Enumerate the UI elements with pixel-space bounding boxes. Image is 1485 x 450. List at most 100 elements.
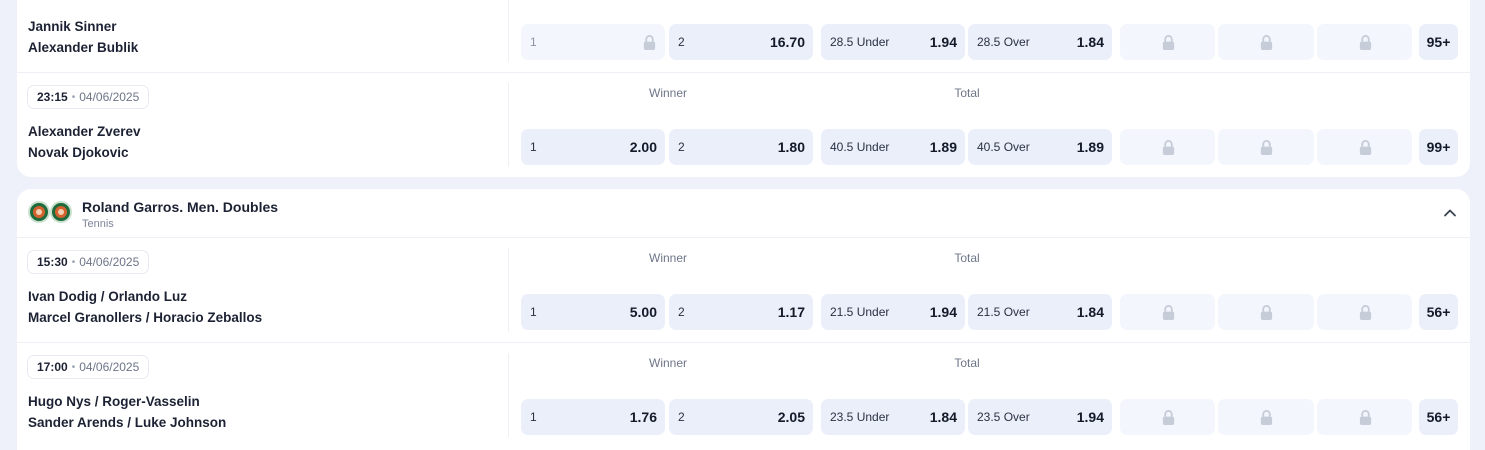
match-row[interactable]: Jannik Sinner Alexander Bublik 1 2 16.70…	[17, 0, 1470, 72]
lock-icon	[1161, 304, 1176, 321]
odd-label: 28.5 Under	[830, 35, 890, 49]
more-markets-button[interactable]: 99+	[1419, 129, 1458, 165]
team-2-name: Novak Djokovic	[28, 145, 129, 160]
match-teams: Hugo Nys / Roger-Vasselin Sander Arends …	[28, 391, 226, 433]
lock-icon	[1358, 409, 1373, 426]
odd-value: 1.94	[1076, 409, 1104, 425]
tournament-card: Roland Garros. Men. Doubles Tennis 15:30…	[17, 189, 1470, 450]
locked-odd	[1218, 294, 1314, 330]
market-header-winner: Winner	[648, 86, 688, 100]
odd-button-total-over[interactable]: 23.5 Over 1.94	[968, 399, 1112, 435]
odd-button-total-under[interactable]: 21.5 Under 1.94	[821, 294, 965, 330]
odd-value: 2.00	[629, 139, 657, 155]
match-date: 04/06/2025	[79, 255, 140, 269]
market-header-winner: Winner	[648, 356, 688, 370]
odd-button-winner-1[interactable]: 1 5.00	[521, 294, 665, 330]
match-row[interactable]: 15:30 • 04/06/2025 Winner Total Ivan Dod…	[17, 237, 1470, 342]
odd-button-winner-1[interactable]: 1 2.00	[521, 129, 665, 165]
odd-button-total-under[interactable]: 23.5 Under 1.84	[821, 399, 965, 435]
locked-odd	[1317, 294, 1412, 330]
odd-label: 40.5 Under	[830, 140, 890, 154]
team-1-name: Hugo Nys / Roger-Vasselin	[28, 394, 200, 409]
match-row[interactable]: 23:15 • 04/06/2025 Winner Total Alexande…	[17, 72, 1470, 177]
market-header-total: Total	[954, 251, 980, 265]
market-header-total: Total	[954, 356, 980, 370]
odd-button-total-over[interactable]: 40.5 Over 1.89	[968, 129, 1112, 165]
locked-odd	[1218, 24, 1314, 60]
match-teams: Ivan Dodig / Orlando Luz Marcel Granolle…	[28, 286, 262, 328]
tournament-sport: Tennis	[82, 218, 114, 230]
divider	[508, 0, 509, 62]
match-row[interactable]: 17:00 • 04/06/2025 Winner Total Hugo Nys…	[17, 342, 1470, 447]
match-teams: Jannik Sinner Alexander Bublik	[28, 16, 138, 58]
odd-label: 2	[678, 305, 685, 319]
odd-value: 1.94	[929, 34, 957, 50]
lock-icon	[1358, 34, 1373, 51]
match-time: 15:30	[37, 255, 68, 269]
locked-odd	[1120, 24, 1215, 60]
divider	[508, 83, 509, 167]
odd-button-total-over[interactable]: 21.5 Over 1.84	[968, 294, 1112, 330]
tournament-title: Roland Garros. Men. Doubles	[82, 199, 279, 215]
lock-icon	[642, 34, 657, 51]
odd-button-winner-1[interactable]: 1 1.76	[521, 399, 665, 435]
separator-dot: •	[71, 91, 76, 103]
odd-value: 1.94	[929, 304, 957, 320]
separator-dot: •	[71, 361, 76, 373]
more-markets-count: 95+	[1426, 34, 1451, 50]
odd-button-total-over[interactable]: 28.5 Over 1.84	[968, 24, 1112, 60]
more-markets-count: 56+	[1426, 409, 1451, 425]
team-1-name: Ivan Dodig / Orlando Luz	[28, 289, 188, 304]
team-2-name: Marcel Granollers / Horacio Zeballos	[28, 310, 263, 325]
lock-icon	[1358, 304, 1373, 321]
lock-icon	[1358, 139, 1373, 156]
odd-value: 1.17	[777, 304, 805, 320]
match-date: 04/06/2025	[79, 360, 140, 374]
odd-button-total-under[interactable]: 40.5 Under 1.89	[821, 129, 965, 165]
odd-value: 2.05	[777, 409, 805, 425]
more-markets-button[interactable]: 95+	[1419, 24, 1458, 60]
odd-value: 1.84	[1076, 304, 1104, 320]
more-markets-button[interactable]: 56+	[1419, 399, 1458, 435]
market-header-winner: Winner	[648, 251, 688, 265]
odd-button-winner-2[interactable]: 2 16.70	[669, 24, 813, 60]
odd-button-total-under[interactable]: 28.5 Under 1.94	[821, 24, 965, 60]
odd-label: 2	[678, 410, 685, 424]
match-time: 17:00	[37, 360, 68, 374]
odd-label: 23.5 Under	[830, 410, 890, 424]
chevron-up-icon[interactable]	[1442, 205, 1458, 221]
match-time-chip: 23:15 • 04/06/2025	[27, 85, 150, 109]
odd-label: 1	[530, 140, 537, 154]
locked-odd	[1120, 129, 1215, 165]
lock-icon	[1259, 139, 1274, 156]
odd-button-winner-2[interactable]: 2 2.05	[669, 399, 813, 435]
odd-value: 16.70	[769, 34, 805, 50]
lock-icon	[1161, 139, 1176, 156]
odd-button-winner-1: 1	[521, 24, 665, 60]
tournament-card: Jannik Sinner Alexander Bublik 1 2 16.70…	[17, 0, 1470, 177]
odd-label: 1	[530, 35, 537, 49]
odd-value: 1.76	[629, 409, 657, 425]
tournament-header[interactable]: Roland Garros. Men. Doubles Tennis	[17, 189, 1470, 237]
lock-icon	[1259, 34, 1274, 51]
match-time-chip: 17:00 • 04/06/2025	[27, 355, 150, 379]
odd-value: 1.84	[1076, 34, 1104, 50]
team-1-name: Alexander Zverev	[28, 124, 141, 139]
roland-garros-logo	[50, 201, 72, 223]
locked-odd	[1120, 399, 1215, 435]
odd-label: 23.5 Over	[977, 410, 1030, 424]
divider	[508, 353, 509, 437]
odd-label: 28.5 Over	[977, 35, 1030, 49]
lock-icon	[1161, 34, 1176, 51]
roland-garros-logo	[28, 201, 50, 223]
locked-odd	[1218, 399, 1314, 435]
odd-button-winner-2[interactable]: 2 1.17	[669, 294, 813, 330]
match-time: 23:15	[37, 90, 68, 104]
locked-odd	[1218, 129, 1314, 165]
odd-button-winner-2[interactable]: 2 1.80	[669, 129, 813, 165]
odd-label: 21.5 Under	[830, 305, 890, 319]
more-markets-button[interactable]: 56+	[1419, 294, 1458, 330]
odd-value: 5.00	[629, 304, 657, 320]
team-2-name: Alexander Bublik	[28, 40, 139, 55]
lock-icon	[1259, 304, 1274, 321]
